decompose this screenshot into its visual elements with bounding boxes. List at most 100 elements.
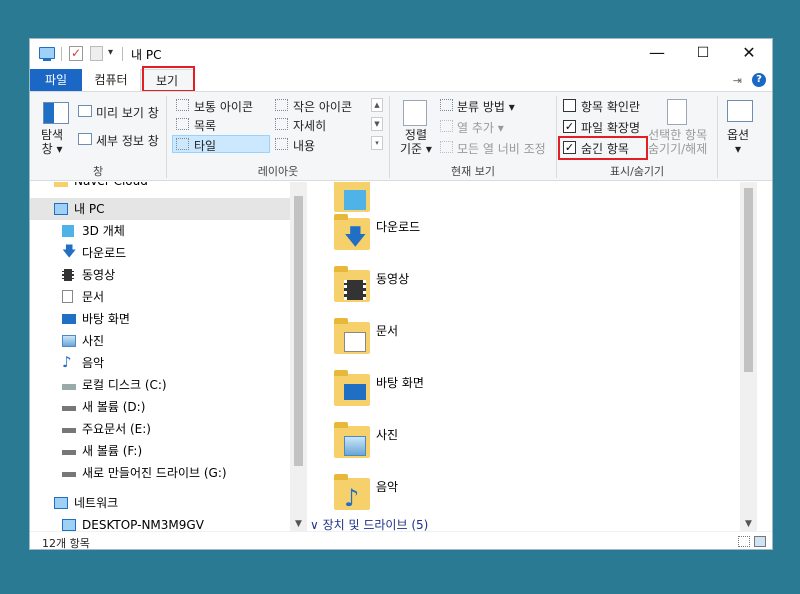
new-folder-icon[interactable] [90, 46, 103, 61]
highlight-box-view-tab [142, 66, 195, 92]
layout-small-icons[interactable]: 작은 아이콘 [293, 98, 352, 115]
drive-icon [62, 450, 76, 455]
folder-icon [334, 422, 370, 458]
group-header-devices[interactable]: ∨ 장치 및 드라이브 (5) [310, 516, 428, 531]
layout-scroll-down-icon[interactable]: ▼ [371, 117, 383, 131]
music-note-icon: ♪ [344, 484, 360, 512]
sort-by-icon[interactable] [403, 100, 427, 126]
computer-icon [39, 47, 55, 61]
document-icon [344, 332, 366, 352]
pin-ribbon-icon[interactable]: ⇥ [733, 74, 742, 87]
content-scroll-down-icon[interactable]: ▼ [740, 517, 757, 531]
folder-icon: ♪ [334, 474, 370, 512]
nav-scrollbar[interactable]: ▼ [290, 182, 307, 531]
content-icon [275, 138, 288, 150]
film-icon [344, 280, 366, 300]
size-columns-icon [440, 141, 453, 153]
divider [717, 96, 718, 178]
options-icon [727, 100, 753, 122]
layout-tiles[interactable]: 타일 [194, 137, 216, 154]
layout-expand-icon[interactable]: ▾ [371, 136, 383, 150]
window-title: 내 PC [131, 48, 162, 62]
divider [61, 47, 62, 61]
picture-icon [62, 335, 76, 347]
content-scrollbar-thumb[interactable] [744, 188, 753, 372]
preview-pane-icon [78, 105, 92, 117]
layout-medium-icons[interactable]: 보통 아이콘 [194, 98, 253, 115]
close-button[interactable]: ✕ [726, 39, 772, 69]
navigation-pane-button[interactable]: 탐색 창 ▾ [41, 128, 63, 156]
details-pane-icon [78, 133, 92, 145]
details-icon [275, 118, 288, 130]
ribbon-view: 탐색 창 ▾ 미리 보기 창 세부 정보 창 창 보통 아이콘 작은 아이콘 목… [30, 91, 772, 181]
navigation-pane-icon[interactable] [43, 102, 69, 124]
details-pane-button[interactable]: 세부 정보 창 [96, 132, 159, 149]
item-count: 12개 항목 [42, 537, 90, 550]
drive-icon [62, 406, 76, 411]
document-icon [62, 290, 73, 303]
content-pane: 🡇 다운로드 동영상 문서 바탕 화면 사진 ♪ 음악 ∨ 장치 및 드라이브 … [310, 182, 757, 531]
layout-details[interactable]: 자세히 [293, 117, 326, 134]
folder-icon [334, 182, 370, 212]
layout-scroll-up-icon[interactable]: ▲ [371, 98, 383, 112]
group-by-icon [440, 99, 453, 111]
maximize-button[interactable]: ☐ [680, 39, 726, 69]
music-note-icon: ♪ [62, 353, 72, 371]
group-label-current-view: 현재 보기 [451, 165, 495, 178]
picture-icon [344, 436, 366, 456]
file-extensions-checkbox[interactable]: ✓ [563, 120, 576, 133]
drive-icon [62, 428, 76, 433]
layout-content[interactable]: 내용 [293, 137, 315, 154]
content-scrollbar[interactable]: ▼ [740, 182, 757, 531]
highlight-box-hidden-items [558, 136, 648, 160]
computer-icon [62, 519, 76, 531]
add-columns-button[interactable]: 열 추가 ▾ [457, 119, 504, 136]
help-icon[interactable]: ? [752, 73, 766, 87]
group-label-layout: 레이아웃 [257, 165, 299, 178]
desktop-icon [344, 384, 366, 400]
tab-computer[interactable]: 컴퓨터 [82, 69, 140, 91]
size-all-columns-button[interactable]: 모든 열 너비 조정 [457, 140, 546, 157]
title-bar: ✓ ▾ 내 PC — ☐ ✕ [30, 39, 772, 69]
tiles-icon [176, 138, 189, 150]
minimize-button[interactable]: — [634, 39, 680, 69]
download-arrow-icon: 🡇 [344, 225, 367, 250]
hide-selected-button[interactable]: 선택한 항목 숨기기/해제 [648, 128, 707, 156]
group-label-panes: 창 [92, 165, 104, 178]
quick-access-dropdown-icon[interactable]: ▾ [108, 47, 113, 58]
hide-selected-icon [667, 99, 687, 125]
file-extensions-label: 파일 확장명 [581, 121, 641, 135]
drive-icon [62, 472, 76, 477]
medium-icons-icon [176, 99, 189, 111]
navigation-pane: Naver Cloud 내 PC 3D 개체 🡇 다운로드 동영상 문서 바탕 … [30, 182, 307, 531]
sort-by-button[interactable]: 정렬 기준 ▾ [400, 128, 432, 156]
folder-icon [334, 318, 370, 354]
layout-list[interactable]: 목록 [194, 117, 216, 134]
film-icon [62, 269, 74, 281]
status-bar: 12개 항목 [30, 531, 772, 550]
preview-pane-button[interactable]: 미리 보기 창 [96, 104, 159, 121]
download-arrow-icon: 🡇 [62, 244, 77, 260]
nav-scrollbar-thumb[interactable] [294, 196, 303, 466]
add-columns-icon [440, 120, 453, 132]
group-by-button[interactable]: 분류 방법 ▾ [457, 98, 515, 115]
windows-drive-icon [62, 384, 76, 390]
nav-scroll-down-icon[interactable]: ▼ [290, 517, 307, 531]
nav-selected-highlight [30, 198, 292, 220]
computer-icon [54, 203, 68, 215]
details-view-icon[interactable] [738, 536, 750, 547]
folder-icon: 🡇 [334, 214, 370, 250]
folder-icon [54, 182, 68, 187]
large-icons-view-icon[interactable] [754, 536, 766, 547]
small-icons-icon [275, 99, 288, 111]
cube-icon [62, 225, 74, 237]
options-button[interactable]: 옵션 ▾ [727, 128, 749, 156]
checkmark-icon[interactable]: ✓ [69, 46, 83, 61]
item-checkboxes-checkbox[interactable] [563, 99, 576, 112]
file-explorer-window: ✓ ▾ 내 PC — ☐ ✕ 파일 컴퓨터 보기 ⇥ ? 탐색 창 ▾ 미리 보… [29, 38, 773, 550]
desktop-icon [62, 314, 76, 324]
group-label-show-hide: 표시/숨기기 [609, 165, 665, 178]
network-icon [54, 497, 68, 509]
divider [122, 47, 123, 61]
tab-file[interactable]: 파일 [30, 69, 82, 91]
